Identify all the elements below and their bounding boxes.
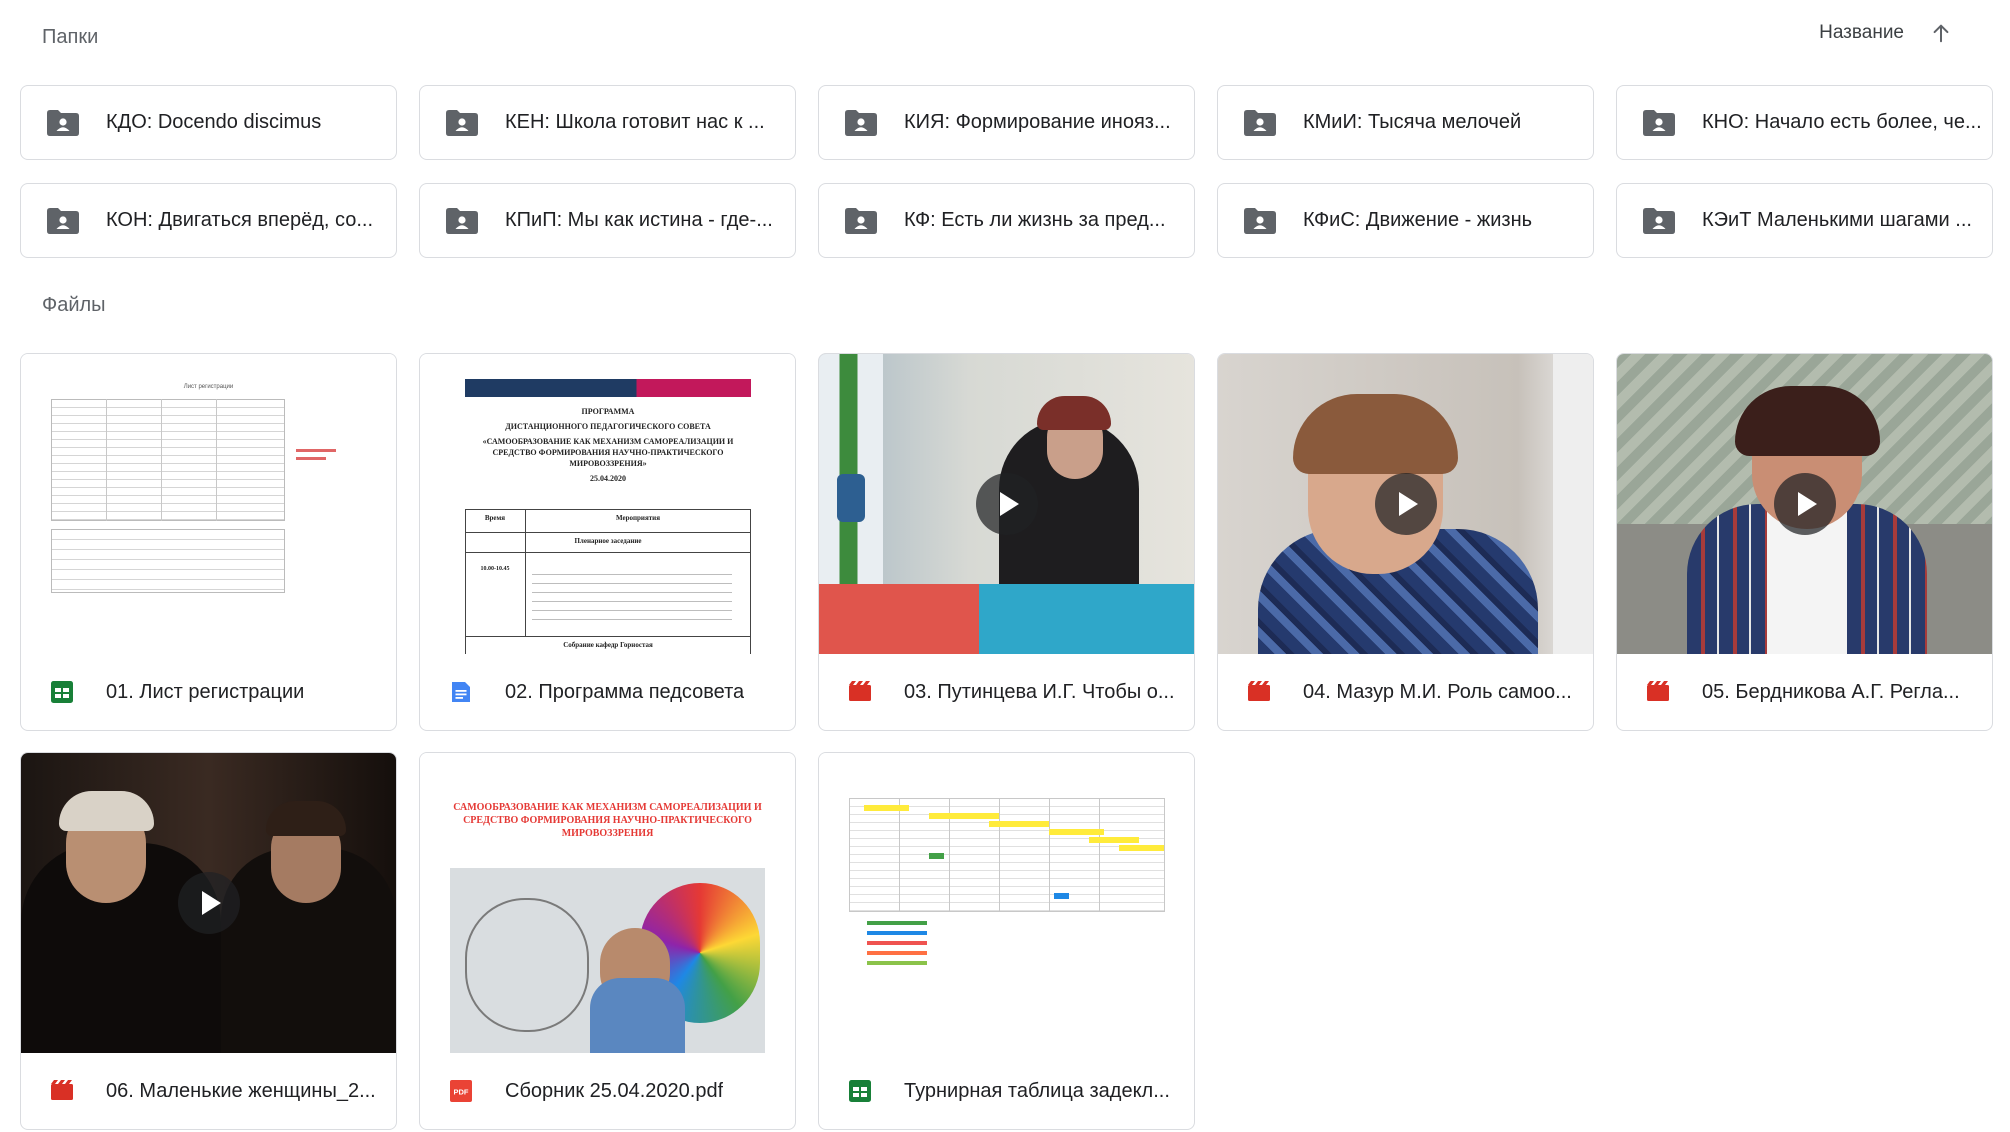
video-file-icon bbox=[1647, 681, 1669, 701]
file-name: 05. Бердникова А.Г. Регла... bbox=[1702, 680, 1960, 703]
file-name: 02. Программа педсовета bbox=[505, 680, 745, 703]
folder-name: КЕН: Школа готовит нас к ... bbox=[505, 111, 765, 133]
shared-folder-icon bbox=[446, 207, 478, 234]
folder-item[interactable]: КПиП: Мы как истина - где-... bbox=[419, 183, 796, 258]
folder-name: КДО: Docendo discimus bbox=[106, 111, 322, 133]
folder-item[interactable]: КОН: Двигаться вперёд, со... bbox=[20, 183, 397, 258]
file-card[interactable]: ПРОГРАММА ДИСТАНЦИОННОГО ПЕДАГОГИЧЕСКОГО… bbox=[419, 353, 796, 731]
folder-item[interactable]: КЕН: Школа готовит нас к ... bbox=[419, 85, 796, 160]
shared-folder-icon bbox=[845, 207, 877, 234]
google-sheets-icon bbox=[849, 1080, 871, 1102]
thumbnail-doc-col-events: Мероприятия bbox=[615, 514, 661, 522]
file-footer: 02. Программа педсовета bbox=[420, 654, 795, 730]
folder-name: КИЯ: Формирование инояз... bbox=[904, 111, 1171, 133]
spreadsheet-thumbnail bbox=[819, 753, 1194, 1053]
file-card[interactable]: 04. Мазур М.И. Роль самоо... bbox=[1217, 353, 1594, 731]
file-footer: 04. Мазур М.И. Роль самоо... bbox=[1218, 654, 1593, 730]
folder-name: КЭиТ Маленькими шагами ... bbox=[1702, 209, 1972, 231]
folder-name: КНО: Начало есть более, че... bbox=[1702, 111, 1982, 133]
file-footer: 03. Путинцева И.Г. Чтобы о... bbox=[819, 654, 1194, 730]
file-name: Сборник 25.04.2020.pdf bbox=[505, 1079, 724, 1102]
pdf-file-icon: PDF bbox=[450, 1080, 472, 1102]
shared-folder-icon bbox=[1643, 109, 1675, 136]
folder-name: КОН: Двигаться вперёд, со... bbox=[106, 209, 374, 231]
file-card[interactable]: 06. Маленькие женщины_2... bbox=[20, 752, 397, 1130]
video-file-icon bbox=[51, 1080, 73, 1100]
video-thumbnail bbox=[1617, 354, 1992, 654]
arrow-up-icon[interactable] bbox=[1930, 22, 1952, 44]
play-icon[interactable] bbox=[1773, 473, 1836, 535]
video-thumbnail bbox=[819, 354, 1194, 654]
shared-folder-icon bbox=[1643, 207, 1675, 234]
play-icon[interactable] bbox=[177, 872, 240, 934]
file-card[interactable]: Турнирная таблица задекл... bbox=[818, 752, 1195, 1130]
shared-folder-icon bbox=[47, 109, 79, 136]
folder-item[interactable]: КНО: Начало есть более, че... bbox=[1616, 85, 1993, 160]
google-sheets-icon bbox=[51, 681, 73, 703]
thumbnail-pdf-title: САМООБРАЗОВАНИЕ КАК МЕХАНИЗМ САМОРЕАЛИЗА… bbox=[453, 802, 762, 839]
folders-section-label: Папки bbox=[42, 26, 99, 48]
document-thumbnail: ПРОГРАММА ДИСТАНЦИОННОГО ПЕДАГОГИЧЕСКОГО… bbox=[420, 354, 795, 654]
folder-item[interactable]: КФ: Есть ли жизнь за пред... bbox=[818, 183, 1195, 258]
thumbnail-doc-footer: Собрание кафедр Горностая bbox=[563, 641, 653, 649]
svg-text:PDF: PDF bbox=[454, 1088, 469, 1097]
file-footer: 06. Маленькие женщины_2... bbox=[21, 1053, 396, 1129]
file-name: Турнирная таблица задекл... bbox=[904, 1079, 1170, 1102]
thumbnail-doc-heading: ПРОГРАММА bbox=[581, 407, 635, 416]
play-icon[interactable] bbox=[975, 473, 1038, 535]
folder-name: КФ: Есть ли жизнь за пред... bbox=[904, 209, 1166, 231]
thumbnail-doc-col-time: Время bbox=[484, 514, 506, 522]
file-footer: 01. Лист регистрации bbox=[21, 654, 396, 730]
file-card[interactable]: САМООБРАЗОВАНИЕ КАК МЕХАНИЗМ САМОРЕАЛИЗА… bbox=[419, 752, 796, 1130]
thumbnail-doc-session: Пленарное заседание bbox=[574, 537, 642, 545]
play-icon[interactable] bbox=[1374, 473, 1437, 535]
sort-control[interactable]: Название bbox=[1819, 22, 1952, 44]
shared-folder-icon bbox=[1244, 207, 1276, 234]
thumbnail-doc-title: «САМООБРАЗОВАНИЕ КАК МЕХАНИЗМ САМОРЕАЛИЗ… bbox=[482, 437, 734, 468]
folder-name: КМиИ: Тысяча мелочей bbox=[1303, 111, 1522, 133]
folder-name: КФиС: Движение - жизнь bbox=[1303, 209, 1533, 231]
file-card[interactable]: Лист регистрации 01. Лист регистрации bbox=[20, 353, 397, 731]
folder-item[interactable]: КЭиТ Маленькими шагами ... bbox=[1616, 183, 1993, 258]
spreadsheet-thumbnail: Лист регистрации bbox=[21, 354, 396, 654]
folder-item[interactable]: КМиИ: Тысяча мелочей bbox=[1217, 85, 1594, 160]
video-thumbnail bbox=[1218, 354, 1593, 654]
thumbnail-sheet-title: Лист регистрации bbox=[183, 384, 234, 390]
folder-item[interactable]: КФиС: Движение - жизнь bbox=[1217, 183, 1594, 258]
video-thumbnail bbox=[21, 753, 396, 1053]
thumbnail-doc-time-range: 10.00-10.45 bbox=[480, 566, 510, 572]
video-file-icon bbox=[849, 681, 871, 701]
file-name: 06. Маленькие женщины_2... bbox=[106, 1079, 376, 1102]
file-name: 01. Лист регистрации bbox=[106, 680, 305, 703]
files-section-label: Файлы bbox=[42, 294, 106, 316]
video-file-icon bbox=[1248, 681, 1270, 701]
pdf-thumbnail: САМООБРАЗОВАНИЕ КАК МЕХАНИЗМ САМОРЕАЛИЗА… bbox=[420, 753, 795, 1053]
thumbnail-doc-subheading: ДИСТАНЦИОННОГО ПЕДАГОГИЧЕСКОГО СОВЕТА bbox=[505, 422, 711, 431]
folder-item[interactable]: КИЯ: Формирование инояз... bbox=[818, 85, 1195, 160]
folder-item[interactable]: КДО: Docendo discimus bbox=[20, 85, 397, 160]
file-name: 03. Путинцева И.Г. Чтобы о... bbox=[904, 680, 1175, 703]
shared-folder-icon bbox=[845, 109, 877, 136]
file-name: 04. Мазур М.И. Роль самоо... bbox=[1303, 680, 1572, 703]
shared-folder-icon bbox=[47, 207, 79, 234]
folder-name: КПиП: Мы как истина - где-... bbox=[505, 209, 773, 231]
file-card[interactable]: 05. Бердникова А.Г. Регла... bbox=[1616, 353, 1993, 731]
file-footer: Турнирная таблица задекл... bbox=[819, 1053, 1194, 1129]
file-card[interactable]: 03. Путинцева И.Г. Чтобы о... bbox=[818, 353, 1195, 731]
sort-label: Название bbox=[1819, 22, 1904, 43]
shared-folder-icon bbox=[446, 109, 478, 136]
file-footer: PDF Сборник 25.04.2020.pdf bbox=[420, 1053, 795, 1129]
google-docs-icon bbox=[452, 682, 470, 702]
thumbnail-doc-date: 25.04.2020 bbox=[590, 474, 626, 483]
shared-folder-icon bbox=[1244, 109, 1276, 136]
file-footer: 05. Бердникова А.Г. Регла... bbox=[1617, 654, 1992, 730]
